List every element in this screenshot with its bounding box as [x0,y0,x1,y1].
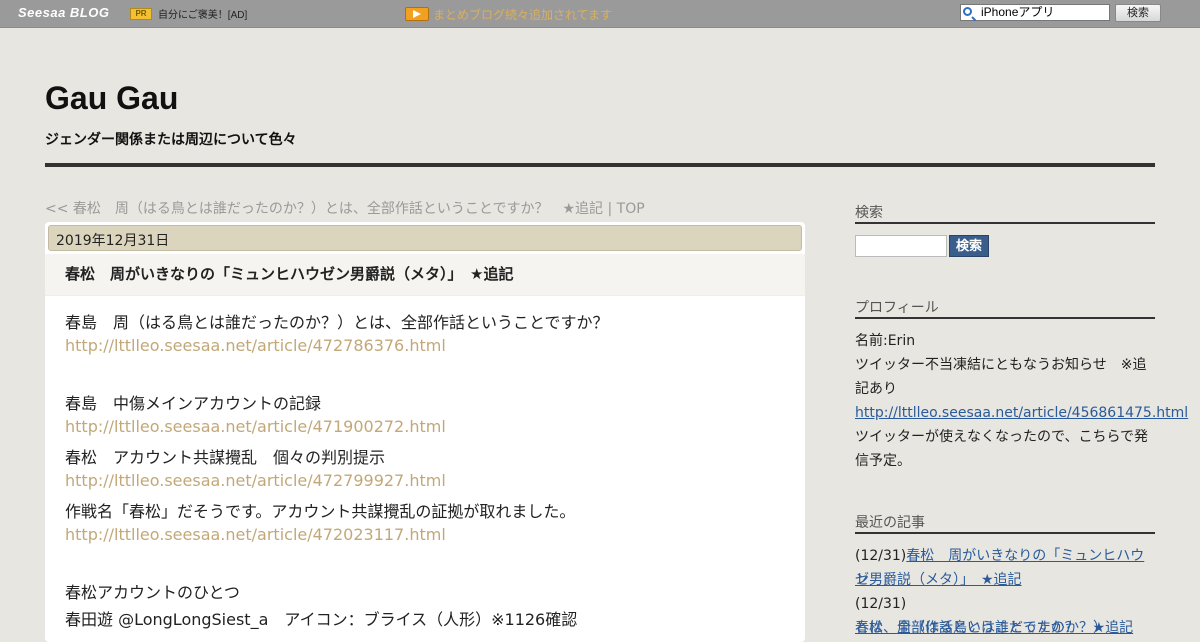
recent-link[interactable]: ン男爵説（メタ）」 ★追記 [855,572,1022,588]
header-divider [45,163,1155,167]
article-nav: << 春松 周（はる鳥とは誰だったのか？）とは、全部作話ということですか？ ★追… [45,198,645,218]
sidebar-search-button[interactable]: 検索 [949,235,989,257]
body-text: 春松アカウントのひとつ [65,583,240,602]
profile-notice: 記あり [855,381,897,397]
arrow-right-icon [405,7,429,21]
prev-article-link[interactable]: << 春松 周（はる鳥とは誰だったのか？）とは、全部作話ということですか？ ★追… [45,201,603,217]
top-search-value: iPhoneアプリ [981,5,1055,19]
body-text: 春田遊 @LongLongSiest_a アイコン：ブライス（人形）※1126確… [65,610,578,629]
profile-name: 名前:Erin [855,333,916,349]
profile-article-link[interactable]: http://lttlleo.seesaa.net/article/456861… [855,405,1188,421]
profile-link: http://lttlleo.seesaa.net/article/456861… [855,401,1188,425]
recent-date: (12/31) [855,548,907,564]
article-date: 2019年12月31日 [56,233,170,249]
pr-ad-link[interactable]: 自分にご褒美！[AD] [158,6,247,21]
nav-separator: | [603,201,617,217]
search-icon [963,7,972,16]
profile-notice: ツイッター不当凍結にともなうお知らせ ※追 [855,357,1147,373]
seesaa-logo[interactable]: Seesaa BLOG [18,5,110,20]
recent-item: とは、全部作話ということですか？ ★追記 [855,616,1155,640]
article: 2019年12月31日 春松 周がいきなりの「ミュンヒハウゼン男爵説（メタ）」 … [45,222,805,642]
article-title-bar: 春松 周がいきなりの「ミュンヒハウゼン男爵説（メタ）」 ★追記 [45,254,805,296]
recent-date: (12/31) [855,596,907,612]
body-text: 春島 周（はる鳥とは誰だったのか？）とは、全部作話ということですか？ [65,313,609,332]
sidebar-profile-heading: プロフィール [855,300,939,316]
notice-link[interactable]: まとめブログ続々追加されてます [433,6,612,23]
sidebar-divider [855,222,1155,224]
sidebar-divider [855,532,1155,534]
blog-description: ジェンダー関係または周辺について色々 [45,132,297,148]
profile-plan: 信予定。 [855,453,911,469]
pr-badge: PR [130,8,152,20]
body-text: 作戦名「春松」だそうです。アカウント共謀攪乱の証拠が取れました。 [65,502,576,521]
sidebar-search-input[interactable] [855,235,947,257]
body-link[interactable]: http://lttlleo.seesaa.net/article/471900… [65,417,446,436]
profile-plan: ツイッターが使えなくなったので、こちらで発 [855,429,1149,445]
body-link[interactable]: http://lttlleo.seesaa.net/article/472799… [65,471,446,490]
body-text: 春松 アカウント共謀攪乱 個々の判別提示 [65,448,386,467]
sidebar-divider [855,317,1155,319]
recent-link[interactable]: とは、全部作話ということですか？ ★追記 [855,620,1133,636]
top-search-input[interactable]: iPhoneアプリ [960,4,1110,21]
body-text: 春島 中傷メインアカウントの記録 [65,394,322,413]
date-bar: 2019年12月31日 [48,225,802,251]
sidebar-recent-heading: 最近の記事 [855,515,925,531]
article-title: 春松 周がいきなりの「ミュンヒハウゼン男爵説（メタ）」 ★追記 [65,265,514,283]
top-link[interactable]: TOP [617,201,645,217]
top-search-button[interactable]: 検索 [1115,4,1161,22]
body-link[interactable]: http://lttlleo.seesaa.net/article/472023… [65,525,446,544]
body-link[interactable]: http://lttlleo.seesaa.net/article/472786… [65,336,446,355]
top-bar: Seesaa BLOG PR 自分にご褒美！[AD] まとめブログ続々追加されて… [0,0,1200,28]
sidebar-search-heading: 検索 [855,205,883,221]
blog-title[interactable]: Gau Gau [45,80,178,117]
recent-item: ン男爵説（メタ）」 ★追記 [855,568,1155,592]
